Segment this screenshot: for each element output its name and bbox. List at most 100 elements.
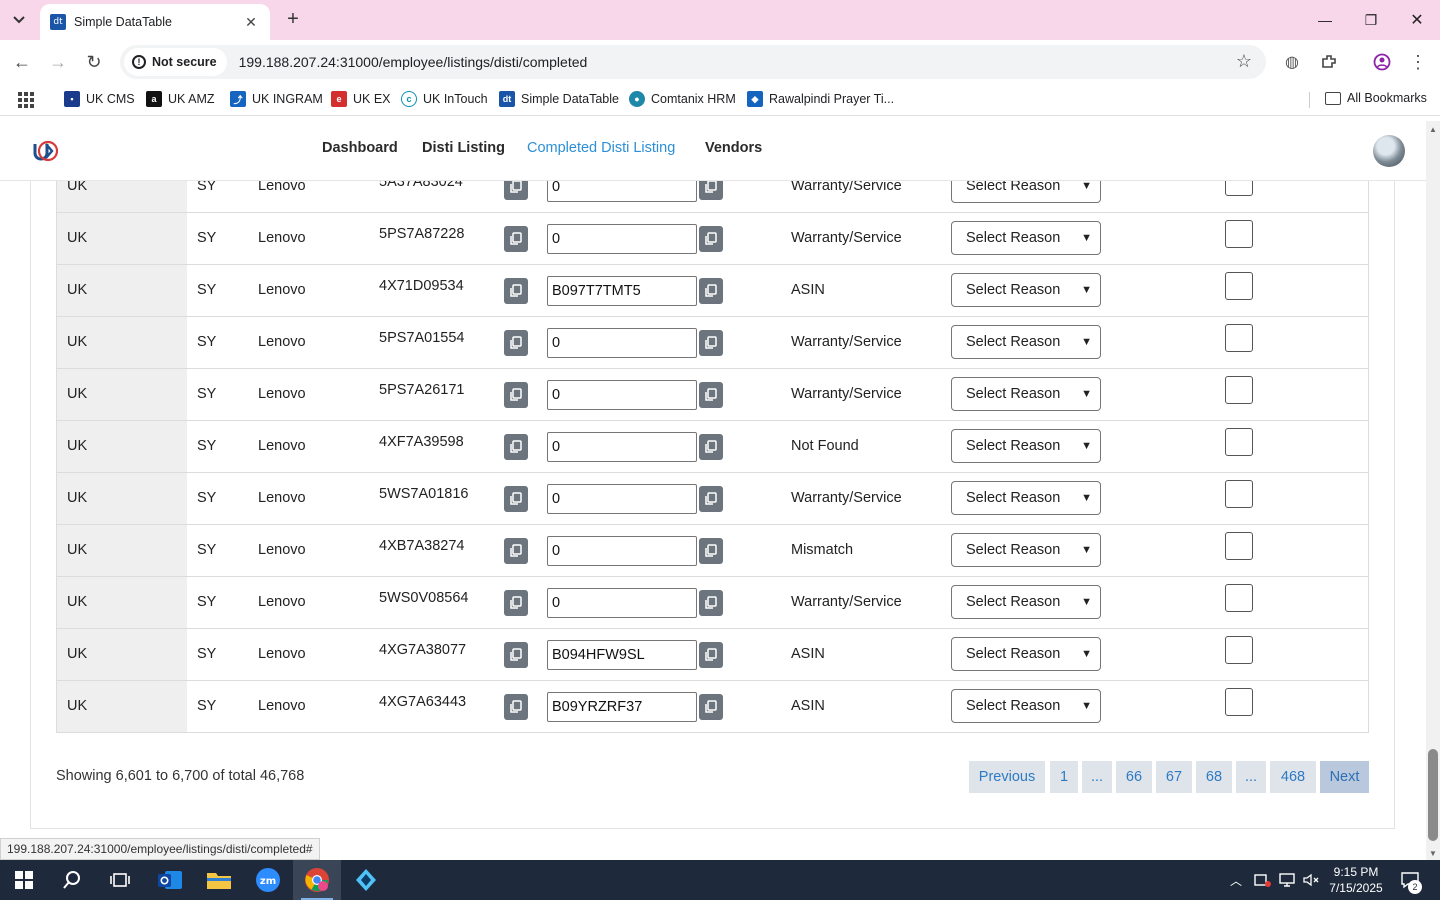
pagination-page-1[interactable]: 1 [1050, 761, 1078, 793]
chrome-menu-icon[interactable]: ⋮ [1406, 50, 1430, 74]
row-checkbox[interactable] [1225, 688, 1253, 716]
nav-completed-disti-listing[interactable]: Completed Disti Listing [527, 140, 675, 156]
asin-input[interactable]: 0 [547, 380, 697, 410]
copy-asin-button[interactable] [699, 590, 723, 616]
reason-select[interactable]: Select Reason ▼ [951, 429, 1101, 463]
extensions-icon[interactable] [1317, 50, 1341, 74]
profile-icon[interactable] [1370, 50, 1394, 74]
reason-select[interactable]: Select Reason ▼ [951, 637, 1101, 671]
copy-part-button[interactable] [504, 434, 528, 460]
translate-icon[interactable]: ◍ [1280, 50, 1304, 74]
minimize-icon[interactable]: — [1302, 0, 1348, 40]
outlook-icon[interactable] [146, 860, 194, 900]
copy-part-button[interactable] [504, 642, 528, 668]
copy-asin-button[interactable] [699, 434, 723, 460]
pagination-page-67[interactable]: 67 [1156, 761, 1192, 793]
bookmark-simple-datatable[interactable]: dt Simple DataTable [499, 91, 619, 107]
taskbar-search-icon[interactable] [48, 860, 96, 900]
bookmark-uk-cms[interactable]: ▪ UK CMS [64, 91, 135, 107]
copy-part-button[interactable] [504, 278, 528, 304]
copy-asin-button[interactable] [699, 226, 723, 252]
row-checkbox[interactable] [1225, 480, 1253, 508]
show-hidden-icons[interactable]: ︿ [1230, 860, 1242, 900]
copy-part-button[interactable] [504, 181, 528, 200]
reason-select[interactable]: Select Reason ▼ [951, 221, 1101, 255]
restore-icon[interactable]: ❐ [1348, 0, 1394, 40]
scroll-down-icon[interactable]: ▼ [1429, 849, 1437, 858]
url-text[interactable]: 199.188.207.24:31000/employee/listings/d… [239, 54, 588, 70]
asin-input[interactable]: B097T7TMT5 [547, 276, 697, 306]
asin-input[interactable]: 0 [547, 588, 697, 618]
reason-select[interactable]: Select Reason ▼ [951, 325, 1101, 359]
windows-start-icon[interactable] [0, 860, 48, 900]
reason-select[interactable]: Select Reason ▼ [951, 273, 1101, 307]
row-checkbox[interactable] [1225, 220, 1253, 248]
copy-asin-button[interactable] [699, 181, 723, 200]
pagination-previous[interactable]: Previous [969, 761, 1045, 793]
pagination-next[interactable]: Next [1320, 761, 1369, 793]
page-scrollbar[interactable]: ▲ ▼ [1426, 121, 1440, 860]
row-checkbox[interactable] [1225, 181, 1253, 196]
pagination-page-68[interactable]: 68 [1196, 761, 1232, 793]
copy-asin-button[interactable] [699, 694, 723, 720]
uk-logo-icon[interactable] [32, 138, 60, 164]
copy-part-button[interactable] [504, 330, 528, 356]
row-checkbox[interactable] [1225, 636, 1253, 664]
copy-part-button[interactable] [504, 538, 528, 564]
volume-muted-icon[interactable] [1302, 860, 1320, 900]
network-icon[interactable] [1278, 860, 1296, 900]
tab-close-icon[interactable]: ✕ [242, 14, 260, 31]
asin-input[interactable]: B094HFW9SL [547, 640, 697, 670]
scrollbar-thumb[interactable] [1428, 749, 1438, 841]
bookmark-rawalpindi-prayer[interactable]: ◆ Rawalpindi Prayer Ti... [747, 91, 894, 107]
scroll-up-icon[interactable]: ▲ [1429, 125, 1437, 134]
bookmark-uk-ex[interactable]: e UK EX [331, 91, 391, 107]
reason-select[interactable]: Select Reason ▼ [951, 377, 1101, 411]
bookmark-uk-ingram[interactable]: ⤴ UK INGRAM [230, 91, 323, 107]
reason-select[interactable]: Select Reason ▼ [951, 181, 1101, 203]
asin-input[interactable]: 0 [547, 181, 697, 202]
asin-input[interactable]: 0 [547, 536, 697, 566]
copy-part-button[interactable] [504, 486, 528, 512]
asin-input[interactable]: 0 [547, 432, 697, 462]
chrome-taskbar-icon[interactable] [293, 860, 341, 900]
copy-asin-button[interactable] [699, 382, 723, 408]
tab-search-icon[interactable] [6, 8, 32, 32]
browser-tab[interactable]: dt Simple DataTable ✕ [40, 4, 270, 40]
meet-now-icon[interactable] [1254, 860, 1272, 900]
back-icon[interactable]: ← [10, 50, 34, 74]
new-tab-icon[interactable]: + [282, 8, 304, 30]
row-checkbox[interactable] [1225, 428, 1253, 456]
security-chip[interactable]: ! Not secure [124, 48, 227, 76]
nav-vendors[interactable]: Vendors [705, 140, 762, 156]
avatar[interactable] [1373, 135, 1405, 167]
window-close-icon[interactable]: ✕ [1394, 0, 1440, 40]
file-explorer-icon[interactable] [195, 860, 243, 900]
asin-input[interactable]: 0 [547, 328, 697, 358]
row-checkbox[interactable] [1225, 324, 1253, 352]
taskbar-clock[interactable]: 9:15 PM 7/15/2025 [1320, 864, 1392, 896]
pagination-page-468[interactable]: 468 [1270, 761, 1316, 793]
reason-select[interactable]: Select Reason ▼ [951, 481, 1101, 515]
pagination-page-66[interactable]: 66 [1116, 761, 1152, 793]
reason-select[interactable]: Select Reason ▼ [951, 585, 1101, 619]
row-checkbox[interactable] [1225, 584, 1253, 612]
copy-asin-button[interactable] [699, 486, 723, 512]
asin-input[interactable]: B09YRZRF37 [547, 692, 697, 722]
reason-select[interactable]: Select Reason ▼ [951, 689, 1101, 723]
copy-part-button[interactable] [504, 694, 528, 720]
row-checkbox[interactable] [1225, 272, 1253, 300]
app-diamond-icon[interactable] [342, 860, 390, 900]
all-bookmarks[interactable]: All Bookmarks [1325, 91, 1427, 105]
copy-part-button[interactable] [504, 226, 528, 252]
asin-input[interactable]: 0 [547, 224, 697, 254]
nav-disti-listing[interactable]: Disti Listing [422, 140, 505, 156]
bookmark-uk-intouch[interactable]: c UK InTouch [401, 91, 488, 107]
address-bar[interactable]: ! Not secure 199.188.207.24:31000/employ… [120, 45, 1266, 79]
copy-part-button[interactable] [504, 590, 528, 616]
copy-asin-button[interactable] [699, 538, 723, 564]
task-view-icon[interactable] [96, 860, 144, 900]
copy-part-button[interactable] [504, 382, 528, 408]
copy-asin-button[interactable] [699, 330, 723, 356]
reload-icon[interactable]: ↻ [82, 50, 106, 74]
